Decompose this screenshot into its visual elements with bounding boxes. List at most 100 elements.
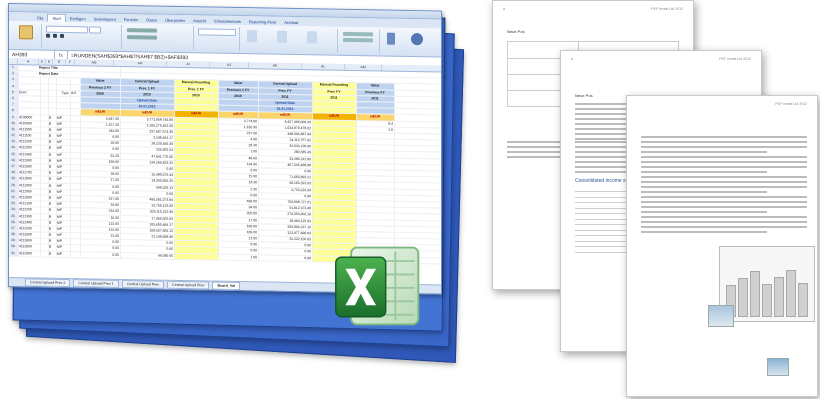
bold-icon[interactable] (46, 33, 50, 38)
table-cell[interactable]: MP (57, 177, 71, 183)
table-cell[interactable]: 34.00 (219, 204, 259, 211)
table-cell[interactable] (71, 226, 81, 233)
table-cell[interactable] (175, 247, 219, 254)
column-title[interactable]: 2011 (313, 95, 357, 102)
table-cell[interactable]: 105,605,484.17 (121, 221, 175, 228)
column-header[interactable]: AJ (210, 61, 249, 69)
table-cell[interactable]: 1,634,879,478.02 (259, 125, 313, 132)
table-cell[interactable] (357, 163, 395, 170)
table-cell[interactable]: 280,585.43 (259, 149, 313, 156)
table-cell[interactable] (41, 176, 49, 183)
table-cell[interactable] (41, 121, 49, 127)
table-cell[interactable]: 495,581,073.84 (121, 196, 175, 204)
table-cell[interactable]: 123,977,696.83 (259, 230, 313, 237)
table-cell[interactable] (175, 148, 219, 155)
table-cell[interactable]: MP (57, 183, 71, 189)
table-cell[interactable]: 0.00 (259, 193, 313, 200)
table-cell[interactable] (175, 185, 219, 192)
table-cell[interactable]: 8,4 (357, 120, 395, 127)
column-title[interactable]: 2010 (121, 91, 175, 98)
table-cell[interactable] (357, 176, 395, 183)
table-cell[interactable]: B (49, 158, 57, 164)
table-cell[interactable]: 4111500 (19, 158, 41, 164)
table-cell[interactable] (41, 115, 49, 121)
table-cell[interactable] (71, 140, 81, 146)
table-cell[interactable] (313, 181, 357, 188)
table-cell[interactable] (41, 139, 49, 146)
table-cell[interactable] (313, 218, 357, 225)
table-cell[interactable] (357, 231, 395, 238)
table-cell[interactable] (41, 164, 49, 170)
table-cell[interactable]: 0.00 (121, 246, 175, 253)
table-cell[interactable]: 17.00 (219, 217, 259, 224)
table-cell[interactable]: 32,034,130.00 (259, 143, 313, 150)
table-cell[interactable] (175, 253, 219, 260)
table-cell[interactable]: 598,529.13 (121, 184, 175, 191)
table-cell[interactable]: 0.00 (259, 255, 313, 262)
table-cell[interactable] (71, 233, 81, 239)
table-cell[interactable]: 21.00 (81, 233, 121, 240)
table-cell[interactable]: 448,004,887.94 (259, 131, 313, 138)
table-cell[interactable]: 17.00 (81, 177, 121, 184)
table-cell[interactable]: 0.00 (121, 240, 175, 247)
column-title[interactable]: Prev. FY (313, 88, 357, 95)
table-cell[interactable]: 52,222,150.65 (259, 236, 313, 243)
table-cell[interactable] (357, 201, 395, 207)
table-cell[interactable] (175, 191, 219, 198)
table-cell[interactable] (175, 197, 219, 204)
table-cell[interactable] (175, 166, 219, 173)
table-cell[interactable]: MP (57, 189, 71, 196)
table-cell[interactable]: 0.00 (81, 134, 121, 141)
table-cell[interactable]: 1.30 (219, 186, 259, 193)
table-cell[interactable] (41, 226, 49, 232)
table-cell[interactable] (313, 156, 357, 163)
column-header[interactable]: E (53, 58, 66, 66)
table-cell[interactable]: 14.30 (219, 180, 259, 186)
table-cell[interactable]: 1.00 (219, 149, 259, 156)
table-cell[interactable] (71, 152, 81, 159)
table-cell[interactable]: MP (57, 226, 71, 233)
table-cell[interactable] (357, 182, 395, 189)
table-cell[interactable]: 205.00 (219, 210, 259, 217)
sort-filter-icon[interactable] (387, 32, 395, 45)
font-select[interactable] (46, 25, 88, 34)
table-cell[interactable] (313, 150, 357, 157)
table-cell[interactable]: MP (57, 152, 71, 158)
underline-icon[interactable] (60, 33, 64, 38)
table-cell[interactable] (175, 142, 219, 149)
type-label[interactable]: Type (57, 90, 71, 97)
table-cell[interactable]: 750,898,727.01 (259, 199, 313, 206)
sheet-tab[interactable]: Central Upload Prev (167, 280, 210, 290)
table-cell[interactable]: 108,557,855.12 (121, 227, 175, 234)
table-cell[interactable] (41, 251, 49, 257)
table-cell[interactable]: B (49, 121, 57, 127)
table-cell[interactable]: B (49, 251, 57, 257)
table-cell[interactable] (175, 204, 219, 210)
table-cell[interactable] (313, 187, 357, 194)
unit-marker[interactable]: mEUR (259, 112, 313, 119)
table-cell[interactable] (357, 225, 395, 232)
table-cell[interactable] (313, 144, 357, 151)
table-cell[interactable] (175, 129, 219, 136)
table-cell[interactable]: 334,902.54 (121, 147, 175, 154)
table-cell[interactable]: 4111800 (19, 176, 41, 183)
upload-date[interactable]: Upload Date (259, 100, 313, 107)
table-cell[interactable]: 0.00 (81, 251, 121, 258)
sheet-tab[interactable]: Board_Val (212, 281, 241, 291)
table-cell[interactable] (175, 117, 219, 124)
column-header[interactable]: AM (345, 63, 382, 71)
table-cell[interactable]: B (49, 133, 57, 140)
table-cell[interactable]: 61.20 (81, 152, 121, 159)
table-cell[interactable]: 16.00 (81, 214, 121, 221)
table-cell[interactable]: B (49, 238, 57, 245)
table-cell[interactable] (175, 179, 219, 186)
table-cell[interactable]: 1,6 (357, 126, 395, 133)
column-title[interactable]: Value (219, 81, 259, 87)
table-cell[interactable]: 0.00 (81, 165, 121, 172)
table-cell[interactable] (175, 160, 219, 167)
unit-marker[interactable]: mEUR (313, 113, 357, 120)
table-cell[interactable] (357, 157, 395, 164)
unit-marker[interactable]: mEUR (219, 111, 259, 118)
table-cell[interactable] (71, 214, 81, 220)
table-cell[interactable]: 4112100 (19, 201, 41, 207)
